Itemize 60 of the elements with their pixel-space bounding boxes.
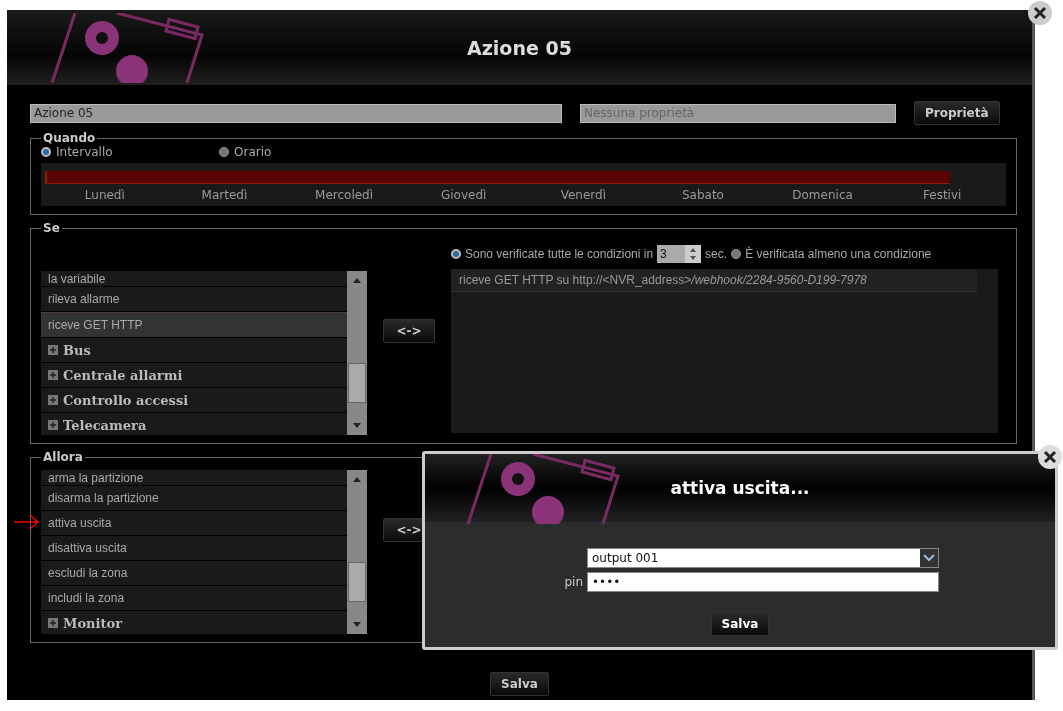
scrollbar[interactable] — [347, 271, 367, 435]
scroll-up-icon[interactable] — [353, 476, 361, 484]
day-label: Festivi — [922, 188, 963, 202]
scroll-down-icon[interactable] — [353, 620, 361, 628]
day-label: Sabato — [680, 188, 725, 202]
arrow-icon — [14, 513, 40, 531]
save-button[interactable]: Salva — [710, 612, 770, 636]
expand-icon[interactable] — [48, 345, 58, 355]
radio-button[interactable] — [451, 249, 461, 259]
list-item[interactable]: includi la zona — [41, 586, 347, 611]
panel-legend: Allora — [41, 450, 85, 464]
scroll-down-icon[interactable] — [353, 421, 361, 429]
day-label: Venerdì — [559, 188, 607, 202]
list-item[interactable]: disarma la partizione — [41, 486, 347, 511]
radio-button[interactable] — [731, 249, 742, 259]
tree-group[interactable]: Centrale allarmi — [41, 363, 347, 388]
close-icon[interactable] — [1027, 0, 1053, 26]
expand-icon[interactable] — [48, 618, 58, 628]
radio-button[interactable] — [41, 147, 51, 157]
day-label: Domenica — [791, 188, 854, 202]
panel-legend: Se — [41, 221, 62, 235]
scrollbar[interactable] — [347, 470, 367, 634]
close-icon[interactable] — [1037, 444, 1063, 470]
seconds-spinner[interactable]: 3 — [657, 245, 702, 263]
unit-label: sec. — [705, 247, 728, 261]
list-item[interactable]: disattiva uscita — [41, 536, 347, 561]
list-item[interactable]: arma la partizione — [41, 470, 347, 486]
list-item[interactable]: la variabile — [41, 271, 347, 287]
dropdown-chevron-icon[interactable] — [920, 549, 938, 567]
scroll-up-icon[interactable] — [353, 277, 361, 285]
tree-group[interactable]: Controllo accessi — [41, 388, 347, 413]
list-item[interactable]: attiva uscita — [41, 511, 347, 536]
tree-group[interactable]: Bus — [41, 338, 347, 363]
pin-label: pin — [563, 575, 583, 589]
scrollbar-thumb[interactable] — [348, 363, 366, 403]
modal-title: attiva uscita... — [669, 478, 811, 498]
list-item[interactable]: riceve GET HTTP — [41, 312, 347, 338]
list-item[interactable]: escludi la zona — [41, 561, 347, 586]
scrollbar-thumb[interactable] — [348, 562, 366, 602]
day-label: Martedì — [200, 188, 249, 202]
condition-row[interactable]: riceve GET HTTP su http://<NVR_address>/webhook/2284-9560-D199-7978 — [451, 269, 977, 292]
radio-label: È verificata almeno una condizione — [745, 247, 932, 261]
properties-button[interactable]: Proprietà — [914, 101, 1000, 125]
name-field[interactable]: Azione 05 — [30, 103, 562, 123]
radio-label: Intervallo — [56, 145, 113, 159]
panel-legend: Quando — [41, 131, 98, 145]
output-select[interactable]: output 001 — [587, 548, 939, 568]
day-label: Giovedì — [439, 188, 488, 202]
expand-icon[interactable] — [48, 420, 58, 430]
save-button[interactable]: Salva — [490, 672, 549, 696]
expand-icon[interactable] — [48, 395, 58, 405]
day-label: Lunedì — [83, 188, 126, 202]
radio-label: Orario — [234, 145, 272, 159]
expand-icon[interactable] — [48, 370, 58, 380]
swap-button[interactable]: <-> — [383, 319, 435, 343]
radio-label: Sono verificate tutte le condizioni in — [465, 247, 654, 261]
day-label: Mercoledì — [314, 188, 375, 202]
radio-button[interactable] — [219, 147, 229, 157]
pin-field[interactable]: •••• — [587, 572, 939, 592]
dialog-title: Azione 05 — [466, 36, 573, 59]
